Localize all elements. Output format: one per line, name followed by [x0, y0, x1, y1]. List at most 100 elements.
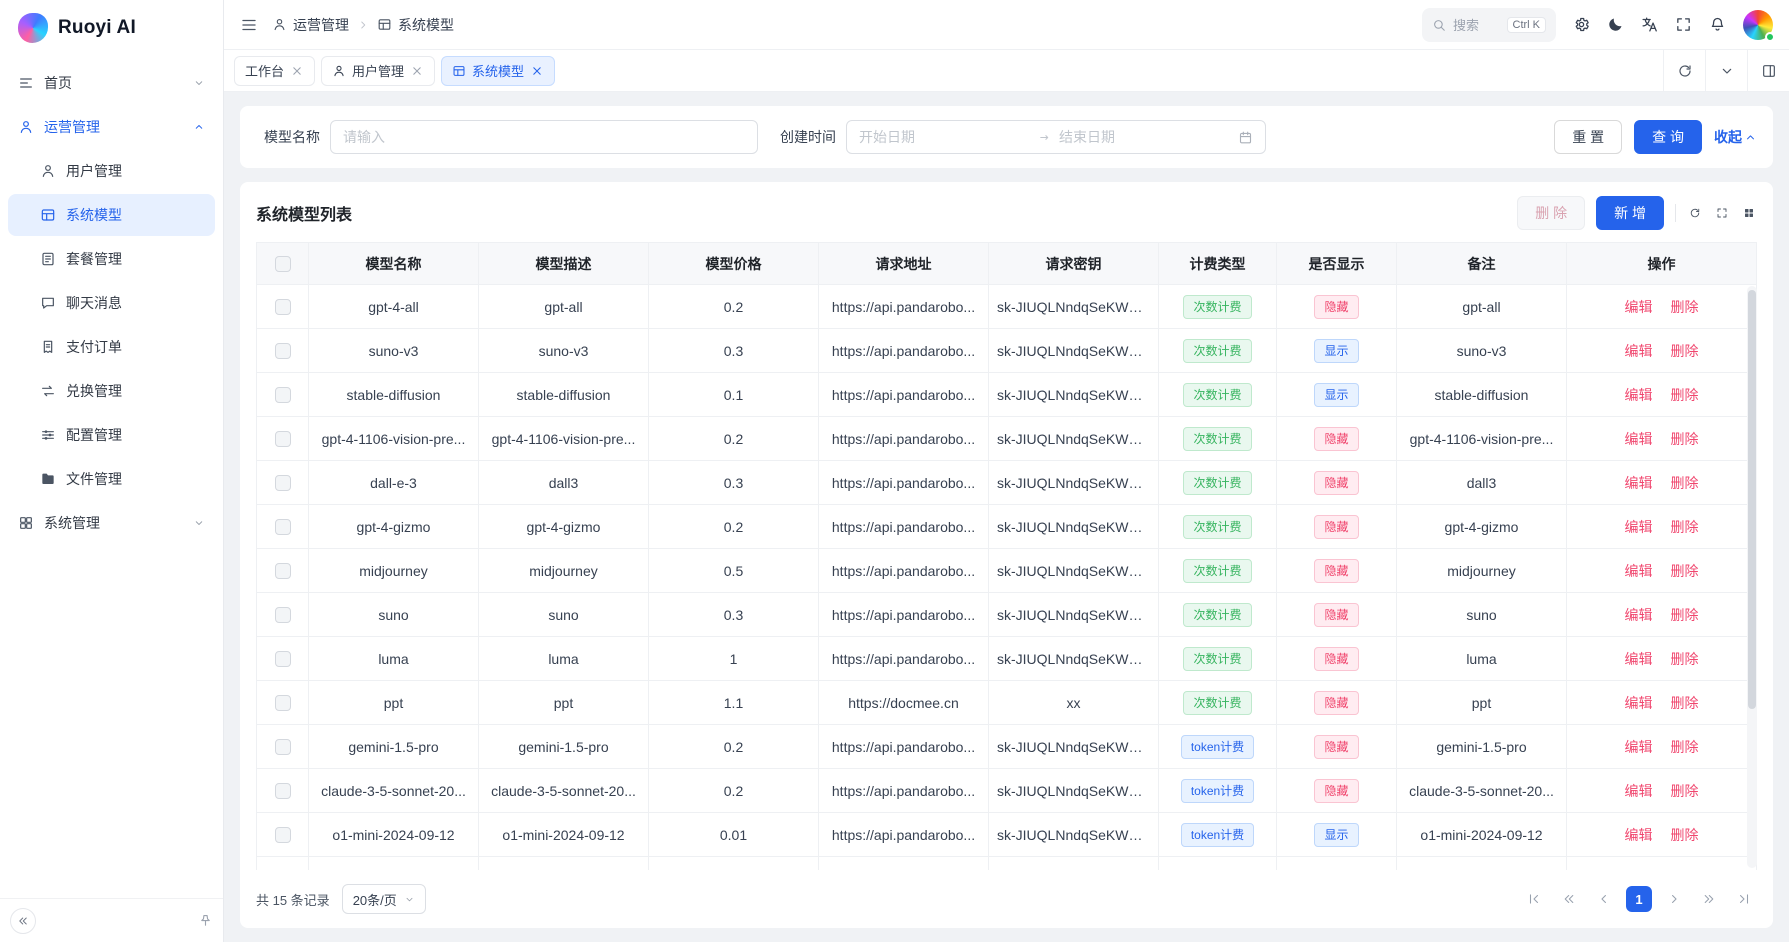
delete-link[interactable]: 删除 — [1671, 475, 1699, 491]
billing-badge: 次数计费 — [1183, 295, 1251, 319]
hamburger-icon[interactable] — [240, 16, 258, 34]
chevup-icon — [193, 121, 205, 133]
user-icon — [40, 163, 56, 179]
delete-link[interactable]: 删除 — [1671, 783, 1699, 799]
reset-button[interactable]: 重 置 — [1554, 120, 1622, 154]
query-button[interactable]: 查 询 — [1634, 120, 1702, 154]
prev-page-button[interactable] — [1591, 886, 1617, 912]
fullscreen-icon[interactable] — [1675, 16, 1692, 33]
edit-link[interactable]: 编辑 — [1625, 695, 1653, 711]
scrollbar-thumb[interactable] — [1748, 290, 1756, 709]
edit-link[interactable]: 编辑 — [1625, 475, 1653, 491]
sidebar-subitem[interactable]: 系统模型 — [8, 194, 215, 236]
row-checkbox[interactable] — [275, 695, 291, 711]
edit-link[interactable]: 编辑 — [1625, 299, 1653, 315]
tab-item[interactable]: 工作台 — [234, 56, 315, 86]
dark-mode-icon[interactable] — [1607, 16, 1624, 33]
delete-link[interactable]: 删除 — [1671, 695, 1699, 711]
prev-group-button[interactable] — [1556, 886, 1582, 912]
content-maximize-button[interactable] — [1747, 50, 1789, 91]
edit-link[interactable]: 编辑 — [1625, 519, 1653, 535]
next-group-button[interactable] — [1696, 886, 1722, 912]
sidebar-subitem[interactable]: 用户管理 — [8, 150, 215, 192]
edit-link[interactable]: 编辑 — [1625, 783, 1653, 799]
collapse-filter-link[interactable]: 收起 — [1714, 127, 1757, 147]
sidebar-subitem[interactable]: 套餐管理 — [8, 238, 215, 280]
language-icon[interactable] — [1641, 16, 1658, 33]
sidebar-item[interactable]: 首页 — [8, 62, 215, 104]
breadcrumb-item[interactable]: 系统模型 — [377, 15, 454, 35]
delete-link[interactable]: 删除 — [1671, 519, 1699, 535]
edit-link[interactable]: 编辑 — [1625, 431, 1653, 447]
tab-item[interactable]: 用户管理 — [321, 56, 435, 86]
model-name-input[interactable]: 请输入 — [330, 120, 758, 154]
delete-link[interactable]: 删除 — [1671, 431, 1699, 447]
first-page-button[interactable] — [1521, 886, 1547, 912]
delete-link[interactable]: 删除 — [1671, 563, 1699, 579]
sidebar-subitem[interactable]: 兑换管理 — [8, 370, 215, 412]
delete-link[interactable]: 删除 — [1671, 607, 1699, 623]
pin-icon[interactable] — [198, 913, 213, 928]
settings-icon[interactable] — [1573, 16, 1590, 33]
row-checkbox[interactable] — [275, 607, 291, 623]
row-checkbox[interactable] — [275, 387, 291, 403]
close-icon[interactable] — [530, 64, 544, 78]
delete-link[interactable]: 删除 — [1671, 343, 1699, 359]
checkbox-cell — [257, 593, 309, 637]
close-icon[interactable] — [290, 64, 304, 78]
checkbox-cell — [257, 505, 309, 549]
tabs-menu-button[interactable] — [1705, 50, 1747, 91]
edit-link[interactable]: 编辑 — [1625, 651, 1653, 667]
table-fullscreen-icon[interactable] — [1714, 205, 1730, 221]
notifications-icon[interactable] — [1709, 16, 1726, 33]
page-size-select[interactable]: 20条/页 — [342, 884, 426, 914]
row-checkbox[interactable] — [275, 563, 291, 579]
edit-link[interactable]: 编辑 — [1625, 827, 1653, 843]
row-checkbox[interactable] — [275, 651, 291, 667]
select-all-checkbox[interactable] — [275, 256, 291, 272]
breadcrumb-item[interactable]: 运营管理 — [272, 15, 349, 35]
edit-link[interactable]: 编辑 — [1625, 563, 1653, 579]
edit-link[interactable]: 编辑 — [1625, 343, 1653, 359]
row-checkbox[interactable] — [275, 827, 291, 843]
row-checkbox[interactable] — [275, 519, 291, 535]
edit-link[interactable]: 编辑 — [1625, 387, 1653, 403]
tab-item[interactable]: 系统模型 — [441, 56, 555, 86]
batch-delete-button[interactable]: 删 除 — [1517, 196, 1585, 230]
row-checkbox[interactable] — [275, 783, 291, 799]
user-avatar[interactable] — [1743, 10, 1773, 40]
page-button-current[interactable]: 1 — [1626, 886, 1652, 912]
add-button[interactable]: 新 增 — [1596, 196, 1664, 230]
close-icon[interactable] — [410, 64, 424, 78]
table-scrollbar[interactable] — [1747, 286, 1757, 868]
edit-link[interactable]: 编辑 — [1625, 607, 1653, 623]
row-checkbox[interactable] — [275, 299, 291, 315]
tabs-refresh-button[interactable] — [1663, 50, 1705, 91]
delete-link[interactable]: 删除 — [1671, 739, 1699, 755]
global-search[interactable]: 搜索 Ctrl K — [1422, 8, 1556, 42]
delete-link[interactable]: 删除 — [1671, 387, 1699, 403]
sidebar-subitem[interactable]: 支付订单 — [8, 326, 215, 368]
billing-badge: token计费 — [1181, 735, 1254, 759]
row-checkbox[interactable] — [275, 431, 291, 447]
delete-link[interactable]: 删除 — [1671, 651, 1699, 667]
sidebar-subitem[interactable]: 文件管理 — [8, 458, 215, 500]
app-logo[interactable]: Ruoyi AI — [0, 0, 223, 56]
edit-link[interactable]: 编辑 — [1625, 739, 1653, 755]
sidebar-subitem[interactable]: 配置管理 — [8, 414, 215, 456]
delete-link[interactable]: 删除 — [1671, 299, 1699, 315]
row-checkbox[interactable] — [275, 475, 291, 491]
next-page-button[interactable] — [1661, 886, 1687, 912]
row-checkbox[interactable] — [275, 343, 291, 359]
sidebar-item[interactable]: 系统管理 — [8, 502, 215, 544]
last-page-button[interactable] — [1731, 886, 1757, 912]
row-checkbox[interactable] — [275, 739, 291, 755]
visibility-badge: 显示 — [1314, 383, 1358, 407]
delete-link[interactable]: 删除 — [1671, 827, 1699, 843]
table-refresh-icon[interactable] — [1687, 205, 1703, 221]
column-settings-icon[interactable] — [1741, 205, 1757, 221]
sidebar-collapse-button[interactable] — [10, 908, 36, 934]
sidebar-item[interactable]: 运营管理 — [8, 106, 215, 148]
sidebar-subitem[interactable]: 聊天消息 — [8, 282, 215, 324]
create-time-range-picker[interactable]: 开始日期 结束日期 — [846, 120, 1266, 154]
